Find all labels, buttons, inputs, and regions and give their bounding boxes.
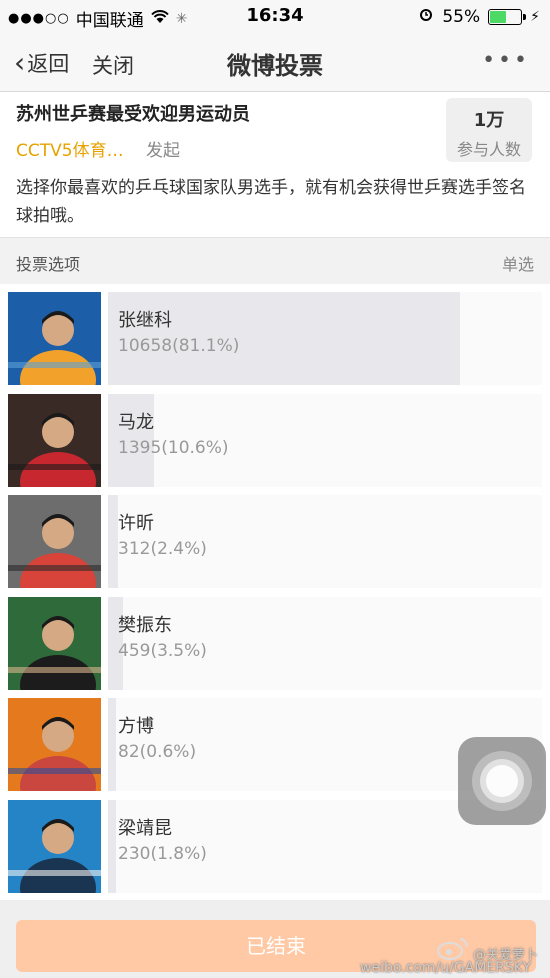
poll-header: 苏州世乒赛最受欢迎男运动员 CCTV5体育… 发起 1万 参与人数 选择你最喜欢… [0,92,550,238]
status-right: 55% ⚡ [418,6,540,27]
watermark-url: weibo.com/u/GAMERSKY [360,960,532,976]
option-vote-count: 82(0.6%) [118,742,197,762]
alarm-icon [418,6,434,27]
participants-box: 1万 参与人数 [446,98,532,162]
more-options-button[interactable]: ••• [482,48,530,73]
battery-level [490,10,507,23]
poll-option[interactable]: 许昕 312(2.4%) [0,487,550,588]
poll-title: 苏州世乒赛最受欢迎男运动员 [16,104,250,125]
participants-label: 参与人数 [456,140,521,159]
weibo-logo-icon [437,938,469,960]
player-photo [8,393,101,487]
charging-icon: ⚡ [530,8,540,25]
option-vote-count: 230(1.8%) [118,843,207,864]
options-section-label: 投票选项 [16,255,81,274]
status-bar: ●●●○○ 中国联通 ✳ 16:34 55% ⚡ [0,0,550,32]
battery-percent: 55% [442,6,481,27]
poll-option[interactable]: 张继科 10658(81.1%) [0,284,550,385]
publish-verb: 发起 [146,141,180,161]
player-photo [8,495,101,588]
player-photo [8,799,101,893]
option-name: 樊振东 [118,614,172,636]
option-name: 许昕 [118,513,154,534]
poll-option[interactable]: 樊振东 459(3.5%) [0,589,550,690]
publisher-link[interactable]: CCTV5体育… [16,136,124,161]
poll-description: 选择你最喜欢的乒乓球国家队男选手，就有机会获得世乒赛选手签名球拍哦。 [16,178,526,226]
page-title: 微博投票 [227,52,323,80]
option-vote-count: 312(2.4%) [118,539,207,559]
option-vote-count: 10658(81.1%) [118,336,240,356]
battery-icon [488,8,527,25]
vote-bar-fill [108,495,119,588]
vote-bar-fill [108,799,116,893]
player-photo [8,698,101,791]
option-name: 马龙 [118,411,154,433]
option-vote-count: 459(3.5%) [118,640,207,661]
player-photo [8,596,101,690]
selection-mode: 单选 [501,255,534,274]
vote-bar-fill [108,698,116,791]
poll-option[interactable]: 马龙 1395(10.6%) [0,386,550,487]
player-photo [8,292,101,385]
participants-count: 1万 [473,110,505,131]
option-name: 方博 [118,716,154,737]
option-name: 张继科 [118,310,172,331]
option-name: 梁靖昆 [118,817,172,839]
nav-bar: ‹ 返回 关闭 微博投票 ••• [0,32,550,92]
option-vote-count: 1395(10.6%) [118,437,229,458]
options-section-header: 投票选项 单选 [0,238,550,284]
assistive-touch-button[interactable] [458,737,546,825]
